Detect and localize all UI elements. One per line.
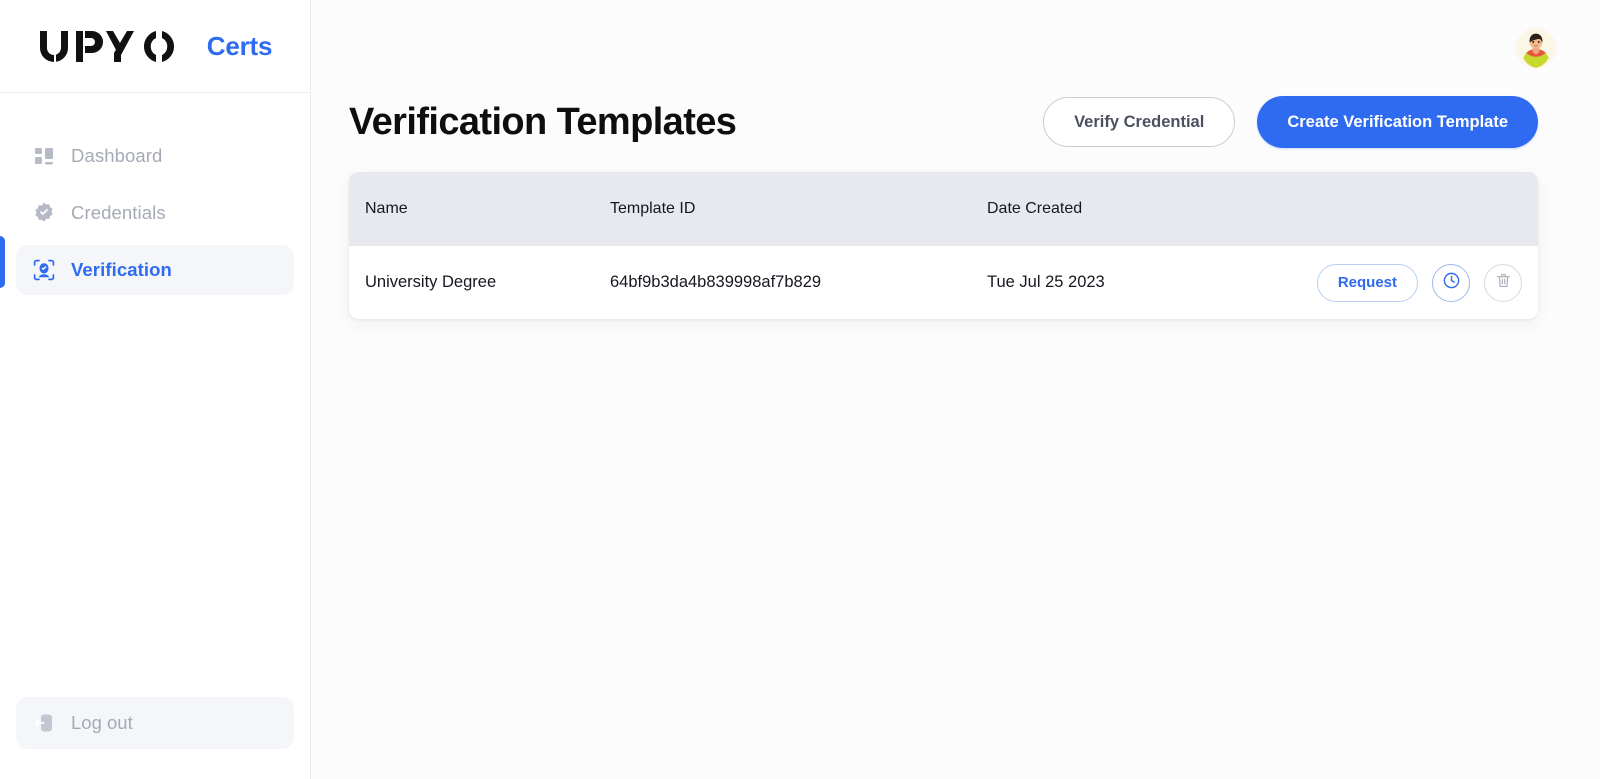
badge-check-icon (32, 201, 56, 225)
logout-label: Log out (71, 712, 133, 733)
upyo-wordmark-icon (38, 29, 198, 63)
templates-table: Name Template ID Date Created University… (349, 172, 1538, 319)
header-actions: Verify Credential Create Verification Te… (1043, 96, 1538, 148)
history-button[interactable] (1432, 263, 1470, 302)
sidebar-nav: Dashboard Credentials Verification (0, 93, 310, 295)
verify-credential-button[interactable]: Verify Credential (1043, 97, 1236, 147)
clock-icon (1442, 271, 1461, 295)
cell-name: University Degree (365, 273, 497, 291)
table-row: University Degree 64bf9b3da4b839998af7b8… (349, 246, 1538, 319)
column-header-template-id: Template ID (610, 200, 696, 217)
row-actions: Request (1292, 263, 1522, 302)
delete-button[interactable] (1484, 263, 1522, 302)
brand-logo[interactable]: Certs (0, 0, 310, 93)
sidebar-item-dashboard[interactable]: Dashboard (16, 131, 294, 181)
page-title: Verification Templates (349, 100, 737, 143)
cell-date-created: Tue Jul 25 2023 (987, 273, 1105, 291)
cell-template-id: 64bf9b3da4b839998af7b829 (610, 273, 822, 291)
face-scan-icon (32, 258, 56, 282)
sidebar-item-label: Verification (71, 259, 172, 280)
table-header-row: Name Template ID Date Created (349, 172, 1538, 246)
sidebar-footer: Log out (0, 697, 310, 779)
active-nav-indicator (0, 236, 5, 288)
sidebar-item-label: Dashboard (71, 145, 163, 166)
sidebar-item-credentials[interactable]: Credentials (16, 188, 294, 238)
trash-icon (1495, 272, 1512, 294)
app-root: Certs Dashboard Credentials Verification… (0, 0, 1600, 779)
create-verification-template-button[interactable]: Create Verification Template (1257, 96, 1538, 148)
column-header-date-created: Date Created (987, 200, 1083, 217)
column-header-name: Name (365, 200, 408, 217)
templates-table-card: Name Template ID Date Created University… (349, 172, 1538, 319)
avatar[interactable] (1516, 28, 1556, 68)
logout-button[interactable]: Log out (16, 697, 294, 749)
sidebar: Certs Dashboard Credentials Verification… (0, 0, 311, 779)
page-content: Verification Templates Verify Credential… (311, 96, 1600, 319)
sidebar-item-label: Credentials (71, 202, 166, 223)
main-content: Verification Templates Verify Credential… (311, 0, 1600, 779)
grid-icon (32, 144, 56, 168)
sidebar-item-verification[interactable]: Verification (16, 245, 294, 295)
brand-suffix: Certs (206, 30, 273, 61)
request-button[interactable]: Request (1316, 263, 1418, 302)
page-header: Verification Templates Verify Credential… (349, 96, 1538, 172)
logout-icon (32, 711, 56, 735)
topbar (311, 0, 1600, 96)
